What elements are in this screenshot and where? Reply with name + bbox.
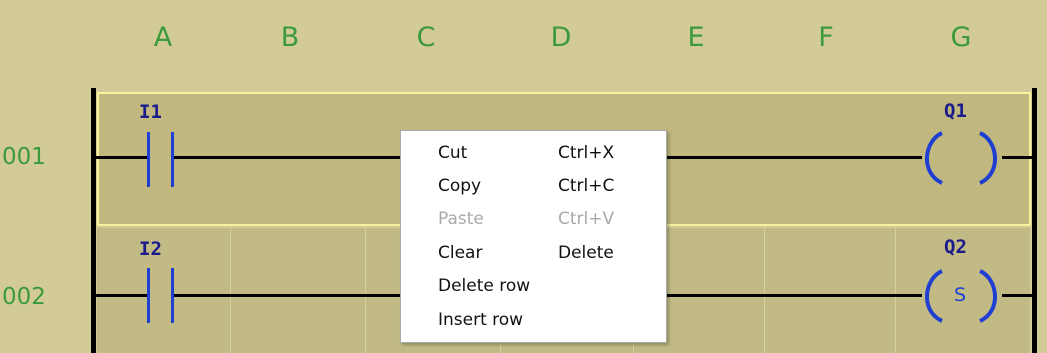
wire-001-left bbox=[96, 156, 147, 159]
wire-002-left bbox=[96, 294, 147, 297]
menu-item-cut-shortcut: Ctrl+X bbox=[558, 143, 615, 163]
wire-001-right bbox=[667, 156, 922, 159]
wire-002-right bbox=[667, 294, 922, 297]
contact-i1-left-bar[interactable] bbox=[147, 132, 150, 187]
menu-item-copy[interactable]: Copy Ctrl+C bbox=[401, 170, 666, 203]
wire-001-end bbox=[1002, 156, 1032, 159]
coil-name-q2: Q2 bbox=[944, 236, 967, 258]
contact-name-i2: I2 bbox=[139, 238, 162, 260]
column-header-a: A bbox=[153, 22, 173, 53]
column-header-b: B bbox=[280, 22, 300, 53]
menu-item-paste-label: Paste bbox=[438, 209, 484, 229]
menu-item-copy-label: Copy bbox=[438, 176, 482, 196]
context-menu: Cut Ctrl+X Copy Ctrl+C Paste Ctrl+V Clea… bbox=[400, 130, 667, 343]
contact-i2-right-bar[interactable] bbox=[171, 268, 174, 323]
menu-item-paste-shortcut: Ctrl+V bbox=[558, 209, 615, 229]
wire-002-mid bbox=[174, 294, 400, 297]
left-power-rail bbox=[91, 88, 96, 353]
menu-item-clear-label: Clear bbox=[438, 243, 483, 263]
menu-item-clear[interactable]: Clear Delete bbox=[401, 237, 666, 270]
menu-item-paste: Paste Ctrl+V bbox=[401, 203, 666, 236]
menu-item-insert-row[interactable]: Insert row bbox=[401, 304, 666, 337]
cell-002-a[interactable] bbox=[97, 228, 231, 353]
contact-name-i1: I1 bbox=[139, 101, 162, 123]
wire-002-end bbox=[1002, 294, 1032, 297]
column-header-f: F bbox=[818, 22, 834, 53]
menu-item-cut[interactable]: Cut Ctrl+X bbox=[401, 137, 666, 170]
contact-i2-left-bar[interactable] bbox=[147, 268, 150, 323]
wire-001-mid bbox=[174, 156, 400, 159]
menu-item-delete-row[interactable]: Delete row bbox=[401, 270, 666, 303]
menu-item-delete-row-label: Delete row bbox=[438, 276, 531, 296]
coil-q1-icon[interactable] bbox=[918, 127, 1004, 189]
column-header-e: E bbox=[687, 22, 705, 53]
cell-002-b[interactable] bbox=[231, 228, 366, 353]
menu-item-copy-shortcut: Ctrl+C bbox=[558, 176, 615, 196]
ladder-editor: A B C D E F G 001 002 I1 Q1 I2 Q2 S Cut … bbox=[0, 0, 1047, 353]
coil-name-q1: Q1 bbox=[944, 100, 967, 122]
menu-item-insert-row-label: Insert row bbox=[438, 310, 524, 330]
menu-item-cut-label: Cut bbox=[438, 143, 468, 163]
coil-q2-type: S bbox=[954, 284, 967, 306]
right-power-rail bbox=[1032, 88, 1037, 353]
contact-i1-right-bar[interactable] bbox=[171, 132, 174, 187]
column-header-c: C bbox=[416, 22, 436, 53]
menu-item-clear-shortcut: Delete bbox=[558, 243, 614, 263]
row-label-001: 001 bbox=[2, 144, 46, 170]
cell-002-f[interactable] bbox=[765, 228, 896, 353]
column-header-g: G bbox=[950, 22, 972, 53]
column-header-d: D bbox=[550, 22, 572, 53]
row-label-002: 002 bbox=[2, 284, 46, 310]
